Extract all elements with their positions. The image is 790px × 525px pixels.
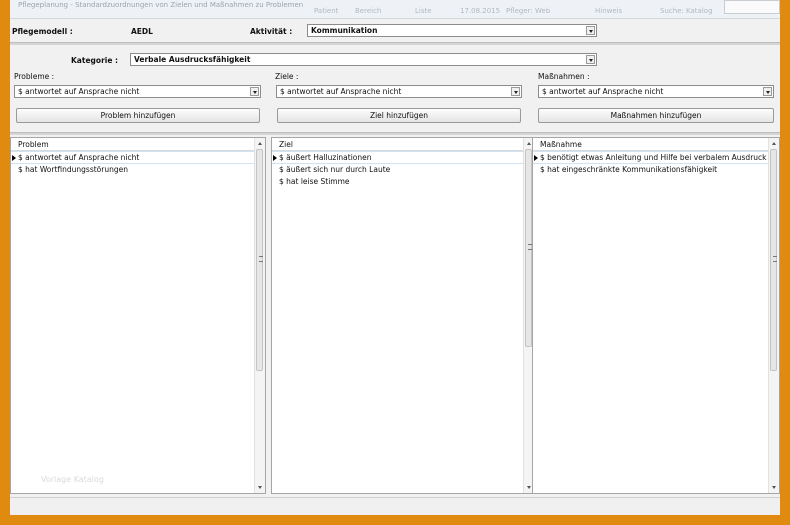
list-item-text: $ hat eingeschränkte Kommunikationsfähig… [540, 164, 718, 174]
header-separator [10, 42, 780, 45]
add-ziel-button[interactable]: Ziel hinzufügen [277, 108, 521, 123]
massnahmen-label: Maßnahmen : [538, 72, 590, 81]
row-pointer-icon [273, 155, 277, 161]
title-segment: Patient [314, 7, 339, 15]
row-pointer-icon [534, 155, 538, 161]
massnahme-list-header[interactable]: Maßnahme [533, 138, 769, 151]
pflegemodell-label: Pflegemodell : [12, 27, 73, 36]
scroll-thumb[interactable] [256, 149, 263, 371]
list-item[interactable]: $ hat Wortfindungsstörungen [11, 164, 254, 177]
scroll-up-icon[interactable] [769, 138, 779, 148]
probleme-select[interactable]: $ antwortet auf Ansprache nicht [14, 85, 261, 98]
massnahme-list-scrollbar[interactable] [768, 138, 779, 493]
list-item-text: $ hat Wortfindungsstörungen [18, 164, 128, 174]
aktivitaet-select[interactable]: Kommunikation [307, 24, 597, 37]
problem-list-header[interactable]: Problem [11, 138, 255, 151]
ziel-list-header[interactable]: Ziel [272, 138, 524, 151]
scroll-thumb[interactable] [770, 149, 777, 371]
scroll-down-icon[interactable] [255, 483, 265, 493]
title-segment: Liste [415, 7, 432, 15]
probleme-select-value: $ antwortet auf Ansprache nicht [18, 87, 140, 96]
list-item-text: $ antwortet auf Ansprache nicht [18, 153, 140, 162]
scroll-up-icon[interactable] [255, 138, 265, 148]
chevron-down-icon[interactable] [511, 87, 520, 96]
ziel-list: $ äußert Halluzinationen $ äußert sich n… [272, 151, 523, 189]
row-pointer-icon [12, 155, 16, 161]
pflegemodell-value: AEDL [131, 27, 153, 36]
list-item-text: $ hat leise Stimme [279, 177, 350, 186]
chevron-down-icon[interactable] [763, 87, 772, 96]
probleme-label: Probleme : [14, 72, 55, 81]
window-title: Pflegeplanung - Standardzuordnungen von … [18, 1, 304, 9]
title-segment: Hinweis [595, 7, 623, 15]
massnahmen-select[interactable]: $ antwortet auf Ansprache nicht [538, 85, 774, 98]
grip-icon [772, 256, 777, 262]
kategorie-select-value: Verbale Ausdrucksfähigkeit [134, 55, 251, 64]
chevron-down-icon[interactable] [250, 87, 259, 96]
problem-list-panel[interactable]: Problem $ antwortet auf Ansprache nicht … [10, 137, 266, 494]
title-segment: 17.08.2015 [460, 7, 501, 15]
title-segment: Bereich [355, 7, 382, 15]
status-bar [10, 497, 780, 515]
title-button[interactable] [724, 0, 780, 14]
problem-list: $ antwortet auf Ansprache nicht $ hat Wo… [11, 151, 254, 176]
title-bar: Pflegeplanung - Standardzuordnungen von … [10, 0, 780, 19]
title-segment: Suche: Katalog [660, 7, 713, 15]
kategorie-label: Kategorie : [71, 56, 119, 65]
scroll-thumb[interactable] [525, 149, 532, 347]
chevron-down-icon[interactable] [586, 55, 595, 64]
problem-list-scrollbar[interactable] [254, 138, 265, 493]
aktivitaet-label: Aktivität : [250, 27, 293, 36]
list-item-text: $ äußert Halluzinationen [279, 153, 372, 162]
list-item-text: $ benötigt etwas Anleitung und Hilfe bei… [540, 153, 767, 162]
add-massnahmen-button[interactable]: Maßnahmen hinzufügen [538, 108, 774, 123]
list-item[interactable]: $ benötigt etwas Anleitung und Hilfe bei… [533, 151, 768, 164]
ziele-select-value: $ antwortet auf Ansprache nicht [280, 87, 402, 96]
list-item[interactable]: $ antwortet auf Ansprache nicht [11, 151, 254, 164]
aktivitaet-select-value: Kommunikation [311, 26, 378, 35]
chevron-down-icon[interactable] [586, 26, 595, 35]
watermark: Vorlage Katalog [41, 475, 104, 484]
list-item[interactable]: $ äußert sich nur durch Laute [272, 164, 523, 177]
ziel-list-panel[interactable]: Ziel $ äußert Halluzinationen $ äußert s… [271, 137, 535, 494]
massnahme-list: $ benötigt etwas Anleitung und Hilfe bei… [533, 151, 768, 176]
massnahmen-select-value: $ antwortet auf Ansprache nicht [542, 87, 664, 96]
scroll-down-icon[interactable] [769, 483, 779, 493]
kategorie-select[interactable]: Verbale Ausdrucksfähigkeit [130, 53, 597, 66]
ziele-label: Ziele : [275, 72, 299, 81]
list-item-text: $ äußert sich nur durch Laute [279, 164, 391, 174]
title-segment: Pfleger: Web [506, 7, 551, 15]
list-item[interactable]: $ hat leise Stimme [272, 176, 523, 189]
grip-icon [258, 256, 263, 262]
section-separator [10, 132, 780, 135]
grip-icon [527, 244, 532, 250]
list-item[interactable]: $ hat eingeschränkte Kommunikationsfähig… [533, 164, 768, 177]
ziele-select[interactable]: $ antwortet auf Ansprache nicht [276, 85, 522, 98]
add-problem-button[interactable]: Problem hinzufügen [16, 108, 260, 123]
list-item[interactable]: $ äußert Halluzinationen [272, 151, 523, 164]
massnahme-list-panel[interactable]: Maßnahme $ benötigt etwas Anleitung und … [532, 137, 780, 494]
application-window: Pflegeplanung - Standardzuordnungen von … [10, 0, 780, 515]
